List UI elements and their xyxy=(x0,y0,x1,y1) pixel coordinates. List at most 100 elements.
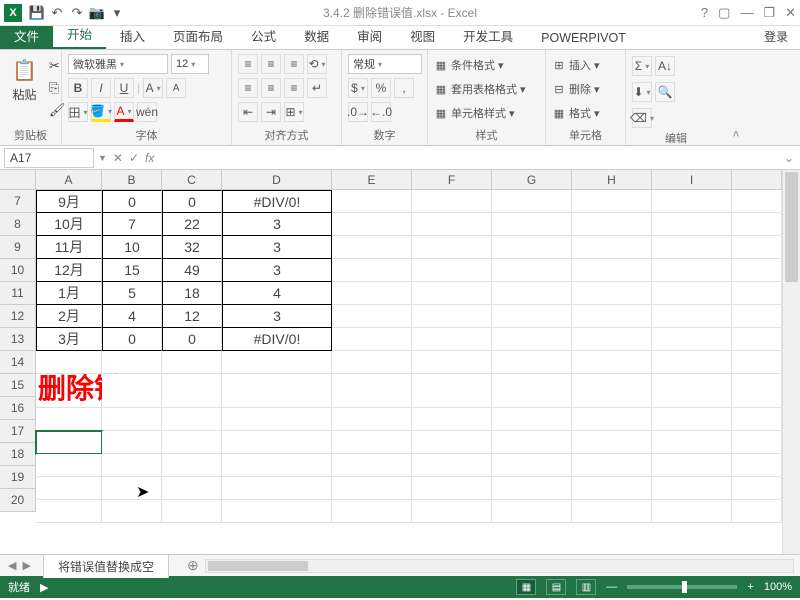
dec-decimal[interactable]: ←.0 xyxy=(371,102,391,122)
cell-I20[interactable] xyxy=(652,500,732,523)
merge-button[interactable]: ⊞ xyxy=(284,102,304,122)
redo-icon[interactable]: ↷ xyxy=(68,4,86,22)
cell-A18[interactable] xyxy=(36,454,102,477)
cell-F19[interactable] xyxy=(412,477,492,500)
cell-F10[interactable] xyxy=(412,259,492,282)
cell-I19[interactable] xyxy=(652,477,732,500)
cell-A20[interactable] xyxy=(36,500,102,523)
cell-G10[interactable] xyxy=(492,259,572,282)
cell-A14[interactable] xyxy=(36,351,102,374)
cell-H16[interactable] xyxy=(572,408,652,431)
cell-B12[interactable]: 4 xyxy=(102,305,162,328)
cell-B8[interactable]: 7 xyxy=(102,213,162,236)
sheet-tab[interactable]: 将错误值替换成空 xyxy=(43,554,169,578)
italic-button[interactable]: I xyxy=(91,78,111,98)
col-header-F[interactable]: F xyxy=(412,170,492,189)
cell-12[interactable] xyxy=(732,305,782,328)
cell-F16[interactable] xyxy=(412,408,492,431)
row-headers[interactable]: 7891011121314151617181920 xyxy=(0,190,36,512)
sheet-nav-prev-icon[interactable]: ◀ xyxy=(8,559,16,572)
cell-D19[interactable] xyxy=(222,477,332,500)
cell-7[interactable] xyxy=(732,190,782,213)
row-header-17[interactable]: 17 xyxy=(0,420,35,443)
cell-G14[interactable] xyxy=(492,351,572,374)
cell-I12[interactable] xyxy=(652,305,732,328)
cell-F7[interactable] xyxy=(412,190,492,213)
macro-icon[interactable]: ▶ xyxy=(40,581,48,594)
cell-E10[interactable] xyxy=(332,259,412,282)
cell-15[interactable] xyxy=(732,374,782,408)
ribbon-options-icon[interactable]: ▢ xyxy=(718,5,730,21)
row-header-15[interactable]: 15 xyxy=(0,374,35,397)
border-button[interactable]: 田 xyxy=(68,102,88,122)
zoom-level[interactable]: 100% xyxy=(764,581,792,593)
collapse-ribbon-icon[interactable]: ˄ xyxy=(726,50,746,145)
help-icon[interactable]: ? xyxy=(701,5,708,21)
cell-C11[interactable]: 18 xyxy=(162,282,222,305)
select-all-button[interactable] xyxy=(0,170,36,190)
cancel-fx-icon[interactable]: ✕ xyxy=(113,151,123,165)
font-size-select[interactable]: 12 xyxy=(171,54,209,74)
close-icon[interactable]: ✕ xyxy=(785,5,796,21)
row-header-13[interactable]: 13 xyxy=(0,328,35,351)
orientation[interactable]: ⟲ xyxy=(307,54,327,74)
cell-H8[interactable] xyxy=(572,213,652,236)
cell-E14[interactable] xyxy=(332,351,412,374)
cell-11[interactable] xyxy=(732,282,782,305)
cell-D11[interactable]: 4 xyxy=(222,282,332,305)
insert-cells-button[interactable]: ⊞插入 ▾ xyxy=(552,56,619,74)
cell-C18[interactable] xyxy=(162,454,222,477)
cell-G15[interactable] xyxy=(492,374,572,408)
cell-B10[interactable]: 15 xyxy=(102,259,162,282)
align-top[interactable]: ≡ xyxy=(238,54,258,74)
cell-G18[interactable] xyxy=(492,454,572,477)
cell-G16[interactable] xyxy=(492,408,572,431)
cell-H18[interactable] xyxy=(572,454,652,477)
cell-E16[interactable] xyxy=(332,408,412,431)
cell-I13[interactable] xyxy=(652,328,732,351)
horizontal-scrollbar[interactable] xyxy=(205,559,794,573)
accounting-button[interactable]: $ xyxy=(348,78,368,98)
tab-data[interactable]: 数据 xyxy=(290,22,343,49)
col-header-B[interactable]: B xyxy=(102,170,162,189)
cell-A7[interactable]: 9月 xyxy=(36,190,102,213)
column-headers[interactable]: ABCDEFGHI xyxy=(36,170,782,190)
cell-17[interactable] xyxy=(732,431,782,454)
cell-D12[interactable]: 3 xyxy=(222,305,332,328)
cell-B14[interactable] xyxy=(102,351,162,374)
view-layout-icon[interactable]: ▤ xyxy=(546,579,566,595)
table-format-button[interactable]: ▦套用表格格式 ▾ xyxy=(434,80,539,98)
cell-style-button[interactable]: ▦单元格样式 ▾ xyxy=(434,104,539,122)
cell-F20[interactable] xyxy=(412,500,492,523)
cell-9[interactable] xyxy=(732,236,782,259)
cell-I15[interactable] xyxy=(652,374,732,408)
cell-E11[interactable] xyxy=(332,282,412,305)
fx-icon[interactable]: fx xyxy=(145,151,154,165)
scroll-thumb[interactable] xyxy=(785,172,798,282)
cell-B13[interactable]: 0 xyxy=(102,328,162,351)
row-header-10[interactable]: 10 xyxy=(0,259,35,282)
col-header-I[interactable]: I xyxy=(652,170,732,189)
cell-I17[interactable] xyxy=(652,431,732,454)
font-size-increase[interactable]: A xyxy=(143,78,163,98)
tab-insert[interactable]: 插入 xyxy=(106,22,159,49)
cell-B11[interactable]: 5 xyxy=(102,282,162,305)
vertical-scrollbar[interactable] xyxy=(782,170,800,554)
delete-cells-button[interactable]: ⊟删除 ▾ xyxy=(552,80,619,98)
row-header-7[interactable]: 7 xyxy=(0,190,35,213)
tab-formula[interactable]: 公式 xyxy=(237,22,290,49)
view-pagebreak-icon[interactable]: ▥ xyxy=(576,579,596,595)
cell-B16[interactable] xyxy=(102,408,162,431)
tab-review[interactable]: 审阅 xyxy=(343,22,396,49)
paste-button[interactable]: 📋粘贴 xyxy=(6,54,43,125)
cell-E15[interactable] xyxy=(332,374,412,408)
cell-D18[interactable] xyxy=(222,454,332,477)
cell-19[interactable] xyxy=(732,477,782,500)
cell-D10[interactable]: 3 xyxy=(222,259,332,282)
indent-inc[interactable]: ⇥ xyxy=(261,102,281,122)
cell-C14[interactable] xyxy=(162,351,222,374)
cell-F13[interactable] xyxy=(412,328,492,351)
cell-D7[interactable]: #DIV/0! xyxy=(222,190,332,213)
cell-G13[interactable] xyxy=(492,328,572,351)
cell-C8[interactable]: 22 xyxy=(162,213,222,236)
